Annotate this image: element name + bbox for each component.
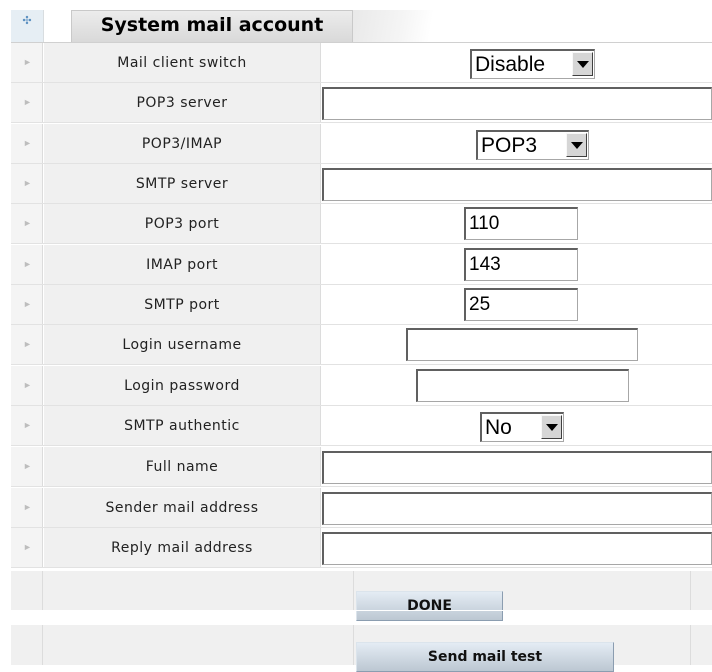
pop3-port-input[interactable] bbox=[464, 207, 578, 240]
login-password-input[interactable] bbox=[416, 369, 629, 402]
section-title-tab: System mail account bbox=[71, 10, 353, 42]
arrow-right-icon: ► bbox=[23, 259, 32, 269]
done-button[interactable]: DONE bbox=[356, 591, 503, 621]
pop3-server-input[interactable] bbox=[322, 87, 712, 120]
row-sender-mail-address: ► Sender mail address bbox=[11, 488, 712, 528]
chevron-down-icon bbox=[577, 61, 589, 68]
send-mail-test-button[interactable]: Send mail test bbox=[356, 642, 614, 672]
select-value: POP3 bbox=[481, 134, 538, 157]
field-label: Login username bbox=[122, 337, 242, 353]
row-reply-mail-address: ► Reply mail address bbox=[11, 528, 712, 568]
sender-mail-address-input[interactable] bbox=[322, 492, 712, 525]
chevron-down-icon bbox=[546, 424, 558, 431]
smtp-port-input[interactable] bbox=[464, 288, 578, 321]
row-imap-port: ► IMAP port bbox=[11, 245, 712, 285]
arrow-right-icon: ► bbox=[23, 299, 32, 309]
full-name-input[interactable] bbox=[322, 451, 712, 484]
row-mail-client-switch: ► Mail client switch Disable bbox=[11, 43, 712, 83]
field-label: Reply mail address bbox=[111, 540, 253, 556]
pop3-imap-select[interactable]: POP3 bbox=[476, 130, 589, 160]
arrow-right-icon: ► bbox=[23, 138, 32, 148]
field-label: SMTP authentic bbox=[124, 418, 240, 434]
field-label: Full name bbox=[145, 459, 219, 475]
arrow-right-icon: ► bbox=[23, 178, 32, 188]
select-value: Disable bbox=[475, 53, 546, 76]
arrow-right-icon: ► bbox=[23, 420, 32, 430]
field-label: SMTP server bbox=[135, 176, 229, 192]
row-smtp-port: ► SMTP port bbox=[11, 285, 712, 325]
arrow-right-icon: ► bbox=[23, 502, 32, 512]
mail-client-switch-select[interactable]: Disable bbox=[470, 49, 595, 79]
field-label: IMAP port bbox=[146, 257, 218, 273]
row-pop3-server: ► POP3 server bbox=[11, 83, 712, 123]
smtp-server-input[interactable] bbox=[322, 168, 712, 201]
arrow-right-icon: ► bbox=[23, 339, 32, 349]
imap-port-input[interactable] bbox=[464, 248, 578, 281]
arrow-right-icon: ► bbox=[23, 461, 32, 471]
row-full-name: ► Full name bbox=[11, 447, 712, 487]
field-label: Login password bbox=[124, 378, 240, 394]
arrow-right-icon: ► bbox=[23, 97, 32, 107]
section-title: System mail account bbox=[100, 14, 324, 36]
expand-icon[interactable]: ✣ bbox=[21, 15, 33, 27]
done-button-row: DONE bbox=[11, 571, 712, 621]
send-test-button-row: Send mail test bbox=[11, 625, 712, 672]
reply-mail-address-input[interactable] bbox=[322, 532, 712, 565]
row-login-password: ► Login password bbox=[11, 366, 712, 406]
chevron-down-icon bbox=[571, 142, 583, 149]
header-decoration bbox=[353, 10, 443, 42]
row-pop3-imap: ► POP3/IMAP POP3 bbox=[11, 124, 712, 164]
field-label: SMTP port bbox=[144, 297, 220, 313]
field-label: POP3 port bbox=[144, 216, 220, 232]
section-header: ✣ System mail account bbox=[0, 0, 712, 43]
field-label: POP3 server bbox=[136, 95, 228, 111]
field-label: Sender mail address bbox=[105, 500, 259, 516]
header-icon-cell[interactable]: ✣ bbox=[11, 10, 44, 42]
field-label: POP3/IMAP bbox=[141, 136, 223, 152]
row-login-username: ► Login username bbox=[11, 325, 712, 365]
arrow-right-icon: ► bbox=[23, 380, 32, 390]
arrow-right-icon: ► bbox=[23, 218, 32, 228]
arrow-right-icon: ► bbox=[23, 57, 32, 67]
select-value: No bbox=[485, 416, 512, 439]
row-smtp-server: ► SMTP server bbox=[11, 164, 712, 204]
smtp-authentic-select[interactable]: No bbox=[480, 412, 564, 442]
login-username-input[interactable] bbox=[406, 328, 638, 361]
row-pop3-port: ► POP3 port bbox=[11, 204, 712, 244]
field-label: Mail client switch bbox=[117, 55, 247, 71]
row-smtp-authentic: ► SMTP authentic No bbox=[11, 406, 712, 446]
arrow-right-icon: ► bbox=[23, 542, 32, 552]
